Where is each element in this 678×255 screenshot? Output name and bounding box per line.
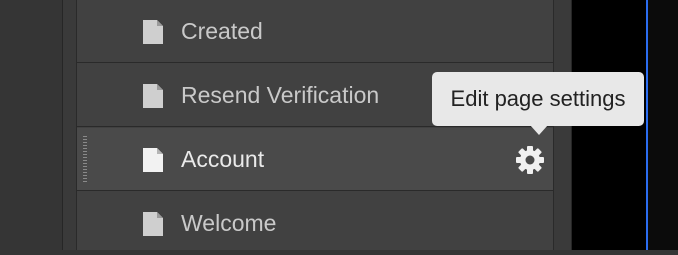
- page-item-account[interactable]: Account: [77, 128, 553, 191]
- left-sidebar-strip: [0, 0, 62, 250]
- page-icon: [143, 212, 163, 236]
- page-icon: [143, 148, 163, 172]
- page-settings-button[interactable]: [515, 145, 545, 175]
- page-item-label: Welcome: [181, 210, 277, 236]
- drag-handle[interactable]: [83, 136, 87, 182]
- page-item-label: Created: [181, 18, 263, 44]
- page-icon: [143, 84, 163, 108]
- page-item-welcome[interactable]: Welcome: [77, 192, 553, 250]
- page-item-label: Resend Verification: [181, 82, 380, 108]
- page-icon: [143, 20, 163, 44]
- tooltip: Edit page settings: [432, 72, 644, 126]
- canvas-area: [648, 0, 678, 250]
- page-item-label: Account: [181, 146, 265, 172]
- gear-icon: [516, 146, 544, 174]
- page-item-created[interactable]: Created: [77, 0, 553, 63]
- tooltip-arrow: [530, 125, 548, 135]
